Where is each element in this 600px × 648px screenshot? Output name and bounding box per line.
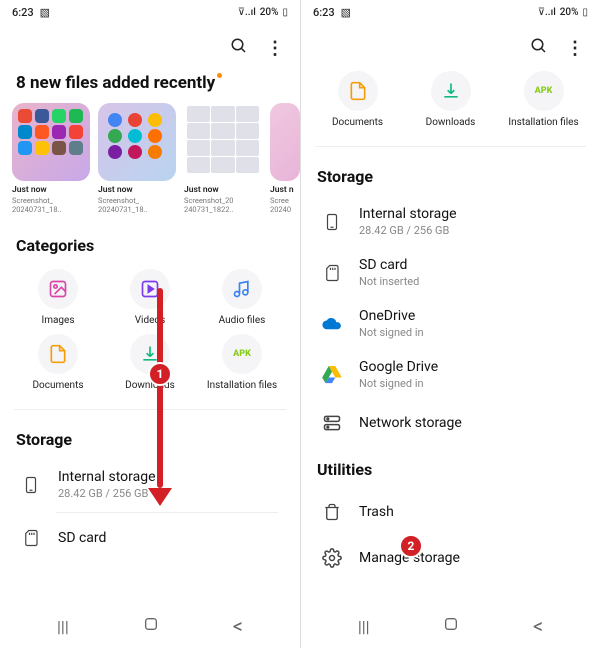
utilities-header: Utilities: [301, 446, 600, 489]
wifi-icon: ⊽..ıl: [238, 7, 256, 18]
search-icon[interactable]: [530, 37, 548, 59]
trash-icon: [319, 499, 345, 525]
category-downloads[interactable]: Downloads: [106, 334, 194, 391]
gear-icon: [319, 545, 345, 571]
nav-home[interactable]: [143, 616, 159, 636]
utility-manage-storage[interactable]: Manage storage: [309, 535, 592, 581]
search-icon[interactable]: [230, 37, 248, 59]
sdcard-icon: [18, 525, 44, 551]
image-icon: ▧: [341, 6, 351, 19]
nav-bar: ||| <: [301, 604, 600, 648]
apk-icon: APK: [535, 86, 553, 96]
phone-icon: [18, 472, 44, 498]
storage-header: Storage: [301, 153, 600, 196]
nav-bar: ||| <: [0, 604, 300, 648]
thumb-item[interactable]: Just now Screenshot_20 240731_1822..: [184, 103, 262, 214]
categories-grid: Images Videos Audio files Documents Down…: [0, 265, 300, 403]
nav-home[interactable]: [443, 616, 459, 636]
category-apk[interactable]: APK Installation files: [504, 71, 584, 128]
storage-sdcard[interactable]: SD cardNot inserted: [309, 247, 592, 298]
utility-trash[interactable]: Trash: [309, 489, 592, 535]
thumb-item[interactable]: Just n Scree 20240: [270, 103, 300, 214]
category-images[interactable]: Images: [14, 269, 102, 326]
storage-network[interactable]: Network storage: [309, 400, 592, 446]
nav-back[interactable]: <: [533, 614, 543, 638]
battery-icon: ▯: [582, 7, 588, 18]
status-bar: 6:23 ▧ ⊽..ıl 20% ▯: [0, 0, 300, 25]
storage-header: Storage: [0, 416, 300, 459]
onedrive-icon: [319, 311, 345, 337]
nav-recents[interactable]: |||: [358, 617, 370, 636]
recent-files-header: 8 new files added recently: [0, 69, 300, 103]
screen-left: 6:23 ▧ ⊽..ıl 20% ▯ ⋮ 8 new files added r…: [0, 0, 300, 648]
storage-googledrive[interactable]: Google DriveNot signed in: [309, 349, 592, 400]
screen-right: 6:23 ▧ ⊽..ıl 20% ▯ ⋮ Documents Downloads: [300, 0, 600, 648]
category-documents[interactable]: Documents: [14, 334, 102, 391]
storage-internal[interactable]: Internal storage28.42 GB / 256 GB: [309, 196, 592, 247]
divider: [56, 512, 278, 513]
action-bar: ⋮: [301, 25, 600, 69]
new-indicator-dot: [217, 73, 222, 78]
phone-icon: [319, 209, 345, 235]
storage-internal[interactable]: Internal storage28.42 GB / 256 GB: [8, 459, 292, 510]
category-apk[interactable]: APK Installation files: [198, 334, 286, 391]
more-icon[interactable]: ⋮: [566, 38, 584, 59]
image-icon: ▧: [40, 6, 50, 19]
storage-onedrive[interactable]: OneDriveNot signed in: [309, 298, 592, 349]
googledrive-icon: [319, 362, 345, 388]
network-icon: [319, 410, 345, 436]
category-downloads[interactable]: Downloads: [411, 71, 491, 128]
action-bar: ⋮: [0, 25, 300, 69]
apk-icon: APK: [233, 349, 251, 359]
category-videos[interactable]: Videos: [106, 269, 194, 326]
battery-icon: ▯: [282, 7, 288, 18]
thumb-item[interactable]: Just now Screenshot_ 20240731_18..: [12, 103, 90, 214]
sdcard-icon: [319, 260, 345, 286]
recent-thumbs: Just now Screenshot_ 20240731_18.. Just …: [0, 103, 300, 222]
wifi-icon: ⊽..ıl: [538, 7, 556, 18]
divider: [14, 409, 286, 410]
status-time: 6:23: [12, 6, 34, 19]
more-icon[interactable]: ⋮: [266, 38, 284, 59]
category-documents[interactable]: Documents: [318, 71, 398, 128]
status-bar: 6:23 ▧ ⊽..ıl 20% ▯: [301, 0, 600, 25]
battery-text: 20%: [260, 7, 279, 18]
categories-row: Documents Downloads APK Installation fil…: [301, 69, 600, 140]
divider: [315, 146, 586, 147]
nav-recents[interactable]: |||: [57, 617, 69, 636]
categories-header: Categories: [0, 222, 300, 265]
status-time: 6:23: [313, 6, 335, 19]
thumb-item[interactable]: Just now Screenshot_ 20240731_18..: [98, 103, 176, 214]
category-audio[interactable]: Audio files: [198, 269, 286, 326]
nav-back[interactable]: <: [233, 614, 243, 638]
storage-sdcard[interactable]: SD card: [8, 515, 292, 561]
battery-text: 20%: [560, 7, 579, 18]
